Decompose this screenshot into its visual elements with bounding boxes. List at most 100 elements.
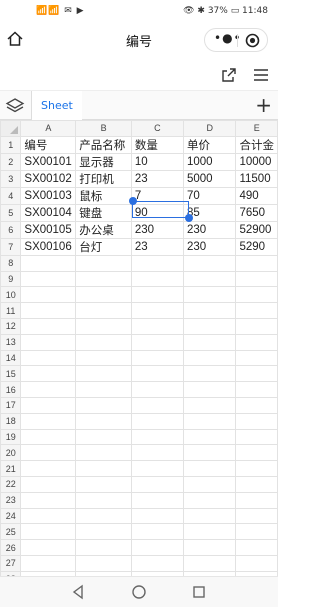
cell-a23[interactable]: [20, 491, 77, 509]
cell-b6[interactable]: 办公桌: [75, 220, 132, 239]
cell-a10[interactable]: [20, 286, 77, 304]
cell-a17[interactable]: [20, 396, 77, 414]
cell-b13[interactable]: [75, 333, 132, 351]
cell-e13[interactable]: [235, 333, 278, 351]
cell-c14[interactable]: [130, 349, 184, 367]
cell-d23[interactable]: [182, 491, 237, 509]
cell-c5[interactable]: 90: [130, 203, 184, 222]
close-miniapp-icon[interactable]: [245, 33, 260, 48]
cell-c20[interactable]: [130, 444, 184, 462]
cell-b11[interactable]: [75, 302, 132, 319]
cell-a25[interactable]: [20, 523, 77, 541]
cell-e2[interactable]: 10000: [235, 152, 278, 171]
cell-a12[interactable]: [20, 317, 77, 335]
cell-c17[interactable]: [130, 396, 184, 414]
cell-d12[interactable]: [182, 317, 237, 335]
cell-b14[interactable]: [75, 349, 132, 367]
cell-a18[interactable]: [20, 412, 77, 430]
cell-c10[interactable]: [130, 286, 184, 304]
column-header-d[interactable]: D: [182, 120, 237, 137]
row-header[interactable]: 15: [0, 365, 22, 383]
cell-e3[interactable]: 11500: [235, 169, 278, 188]
cell-b22[interactable]: [75, 475, 132, 493]
cell-d22[interactable]: [182, 475, 237, 493]
cell-a11[interactable]: [20, 302, 77, 319]
cell-d4[interactable]: 70: [182, 186, 237, 205]
cell-a19[interactable]: [20, 428, 77, 446]
sheet-tab[interactable]: Sheet: [32, 91, 82, 120]
cell-b26[interactable]: [75, 539, 132, 556]
cell-c6[interactable]: 230: [130, 220, 184, 239]
cell-b15[interactable]: [75, 365, 132, 383]
selection-handle-start[interactable]: [129, 197, 137, 205]
row-header[interactable]: 22: [0, 475, 22, 493]
cell-d13[interactable]: [182, 333, 237, 351]
cell-b17[interactable]: [75, 396, 132, 414]
cell-c4[interactable]: 7: [130, 186, 184, 205]
cell-a14[interactable]: [20, 349, 77, 367]
cell-c19[interactable]: [130, 428, 184, 446]
row-header[interactable]: 7: [0, 237, 22, 256]
cell-a8[interactable]: [20, 254, 77, 272]
cell-b8[interactable]: [75, 254, 132, 272]
cell-e26[interactable]: [235, 539, 278, 556]
cell-c24[interactable]: [130, 507, 184, 525]
cell-c3[interactable]: 23: [130, 169, 184, 188]
cell-d3[interactable]: 5000: [182, 169, 237, 188]
back-icon[interactable]: [70, 584, 86, 600]
cell-a21[interactable]: [20, 460, 77, 477]
cell-e14[interactable]: [235, 349, 278, 367]
open-external-icon[interactable]: [220, 66, 238, 84]
home-nav-icon[interactable]: [131, 584, 147, 600]
cell-b25[interactable]: [75, 523, 132, 541]
cell-a24[interactable]: [20, 507, 77, 525]
cell-a6[interactable]: SX00105: [20, 220, 77, 239]
add-sheet-button[interactable]: +: [255, 93, 272, 117]
cell-c23[interactable]: [130, 491, 184, 509]
column-header-a[interactable]: A: [20, 120, 77, 137]
row-header[interactable]: 23: [0, 491, 22, 509]
column-header-e[interactable]: E: [235, 120, 278, 137]
row-header[interactable]: 21: [0, 460, 22, 477]
recents-icon[interactable]: [191, 584, 207, 600]
cell-c27[interactable]: [130, 554, 184, 572]
cell-e9[interactable]: [235, 270, 278, 288]
cell-e12[interactable]: [235, 317, 278, 335]
cell-d18[interactable]: [182, 412, 237, 430]
cell-b20[interactable]: [75, 444, 132, 462]
cell-a1[interactable]: 编号: [20, 135, 77, 154]
cell-e6[interactable]: 52900: [235, 220, 278, 239]
cell-c8[interactable]: [130, 254, 184, 272]
row-header[interactable]: 9: [0, 270, 22, 288]
cell-e15[interactable]: [235, 365, 278, 383]
cell-a26[interactable]: [20, 539, 77, 556]
row-header[interactable]: 1: [0, 135, 22, 154]
cell-d17[interactable]: [182, 396, 237, 414]
cell-c26[interactable]: [130, 539, 184, 556]
cell-d25[interactable]: [182, 523, 237, 541]
row-header[interactable]: 10: [0, 286, 22, 304]
cell-c21[interactable]: [130, 460, 184, 477]
cell-d26[interactable]: [182, 539, 237, 556]
cell-b23[interactable]: [75, 491, 132, 509]
cell-d9[interactable]: [182, 270, 237, 288]
cell-e20[interactable]: [235, 444, 278, 462]
cell-c2[interactable]: 10: [130, 152, 184, 171]
row-header[interactable]: 12: [0, 317, 22, 335]
cell-c7[interactable]: 23: [130, 237, 184, 256]
cell-a16[interactable]: [20, 381, 77, 398]
cell-d10[interactable]: [182, 286, 237, 304]
cell-e19[interactable]: [235, 428, 278, 446]
cell-c22[interactable]: [130, 475, 184, 493]
cell-b19[interactable]: [75, 428, 132, 446]
cell-c12[interactable]: [130, 317, 184, 335]
cell-b7[interactable]: 台灯: [75, 237, 132, 256]
cell-b1[interactable]: 产品名称: [75, 135, 132, 154]
row-header[interactable]: 2: [0, 152, 22, 171]
cell-c25[interactable]: [130, 523, 184, 541]
cell-a7[interactable]: SX00106: [20, 237, 77, 256]
cell-e25[interactable]: [235, 523, 278, 541]
cell-d20[interactable]: [182, 444, 237, 462]
cell-a5[interactable]: SX00104: [20, 203, 77, 222]
spreadsheet-grid[interactable]: ABCDE 1 编号 产品名称 数量 单价 合计金 2 SX00101 显示器 10 1000 100…: [0, 120, 278, 576]
